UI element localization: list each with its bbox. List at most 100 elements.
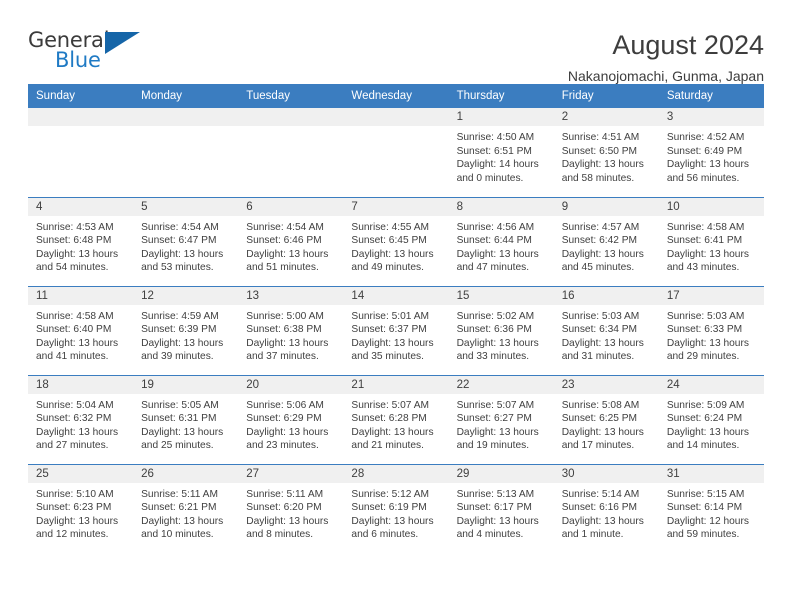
calendar-day-cell[interactable]: 23 Sunrise: 5:08 AM Sunset: 6:25 PM Dayligh… xyxy=(553,374,659,464)
calendar-day-cell[interactable]: 25 Sunrise: 5:10 AM Sunset: 6:23 PM Dayligh… xyxy=(28,463,134,553)
page-subtitle: Nakanojomachi, Gunma, Japan xyxy=(567,68,764,85)
sunset-time: Sunset: 6:32 PM xyxy=(36,413,112,425)
calendar-week-row: 18 Sunrise: 5:04 AM Sunset: 6:32 PM Dayligh… xyxy=(28,374,764,464)
weekday-header-tuesday: Tuesday xyxy=(238,84,344,108)
daylight-duration-line2: and 21 minutes. xyxy=(351,440,424,452)
daylight-duration-line2: and 31 minutes. xyxy=(561,351,635,363)
day-details: Sunrise: 5:06 AM Sunset: 6:29 PM Daylight:… xyxy=(238,394,343,453)
calendar-day-cell[interactable]: 7 Sunrise: 4:55 AM Sunset: 6:45 PM Daylight… xyxy=(343,196,449,286)
sunset-time: Sunset: 6:21 PM xyxy=(141,502,217,514)
calendar-day-cell[interactable]: 20 Sunrise: 5:06 AM Sunset: 6:29 PM Dayligh… xyxy=(238,374,344,464)
daylight-duration-line2: and 59 minutes. xyxy=(666,529,740,541)
sunrise-time: Sunrise: 5:00 AM xyxy=(246,310,324,322)
calendar-day-cell[interactable]: 28 Sunrise: 5:12 AM Sunset: 6:19 PM Dayligh… xyxy=(343,463,449,553)
sunset-time: Sunset: 6:41 PM xyxy=(666,235,743,247)
sunrise-time: Sunrise: 4:56 AM xyxy=(456,221,535,233)
daylight-duration-line2: and 53 minutes. xyxy=(141,262,214,274)
calendar-day-cell[interactable]: 3 Sunrise: 4:52 AM Sunset: 6:49 PM Daylight… xyxy=(658,108,764,197)
sunrise-time: Sunrise: 4:58 AM xyxy=(666,221,745,233)
daylight-duration-line2: and 27 minutes. xyxy=(36,440,109,452)
sunrise-time: Sunrise: 5:08 AM xyxy=(561,399,640,411)
calendar-day-cell-empty xyxy=(238,108,344,197)
day-number: 28 xyxy=(343,464,449,483)
sunset-time: Sunset: 6:19 PM xyxy=(351,502,427,514)
calendar-day-cell-empty xyxy=(133,108,239,197)
sunrise-time: Sunrise: 4:58 AM xyxy=(36,310,114,322)
calendar-day-cell[interactable]: 21 Sunrise: 5:07 AM Sunset: 6:28 PM Dayligh… xyxy=(343,374,449,464)
daylight-duration-line1: Daylight: 13 hours xyxy=(666,159,749,171)
day-number: 10 xyxy=(658,197,764,216)
calendar-day-cell[interactable]: 31 Sunrise: 5:15 AM Sunset: 6:14 PM Dayligh… xyxy=(658,463,764,553)
day-number xyxy=(28,108,134,126)
page-header: General Blue August 2024 Nakanojomachi, … xyxy=(0,0,792,84)
sunset-time: Sunset: 6:44 PM xyxy=(456,235,532,247)
daylight-duration-line2: and 14 minutes. xyxy=(666,440,740,452)
calendar-day-cell[interactable]: 24 Sunrise: 5:09 AM Sunset: 6:24 PM Dayligh… xyxy=(658,374,764,464)
sunset-time: Sunset: 6:45 PM xyxy=(351,235,427,247)
daylight-duration-line1: Daylight: 13 hours xyxy=(351,248,434,260)
calendar-body: 1 Sunrise: 4:50 AM Sunset: 6:51 PM Daylight… xyxy=(28,108,764,553)
calendar-day-cell[interactable]: 27 Sunrise: 5:11 AM Sunset: 6:20 PM Dayligh… xyxy=(238,463,344,553)
daylight-duration-line1: Daylight: 13 hours xyxy=(561,426,644,438)
calendar-grid: Sunday Monday Tuesday Wednesday Thursday… xyxy=(28,84,764,553)
daylight-duration-line2: and 58 minutes. xyxy=(561,172,635,184)
sunset-time: Sunset: 6:27 PM xyxy=(456,413,532,425)
day-number: 30 xyxy=(553,464,659,483)
sunrise-time: Sunrise: 4:55 AM xyxy=(351,221,430,233)
daylight-duration-line1: Daylight: 13 hours xyxy=(141,426,224,438)
page-title: August 2024 xyxy=(612,30,764,60)
day-number: 5 xyxy=(133,197,239,216)
calendar-day-cell[interactable]: 15 Sunrise: 5:02 AM Sunset: 6:36 PM Dayligh… xyxy=(448,285,554,375)
weekday-header-friday: Friday xyxy=(553,84,659,108)
calendar-day-cell[interactable]: 4 Sunrise: 4:53 AM Sunset: 6:48 PM Daylight… xyxy=(28,196,134,286)
daylight-duration-line2: and 37 minutes. xyxy=(246,351,319,363)
calendar-day-cell[interactable]: 1 Sunrise: 4:50 AM Sunset: 6:51 PM Daylight… xyxy=(448,108,554,197)
calendar-day-cell[interactable]: 18 Sunrise: 5:04 AM Sunset: 6:32 PM Dayligh… xyxy=(28,374,134,464)
calendar-day-cell[interactable]: 11 Sunrise: 4:58 AM Sunset: 6:40 PM Dayligh… xyxy=(28,285,134,375)
calendar-week-row: 4 Sunrise: 4:53 AM Sunset: 6:48 PM Daylight… xyxy=(28,196,764,286)
day-details: Sunrise: 5:08 AM Sunset: 6:25 PM Daylight:… xyxy=(554,394,659,453)
daylight-duration-line2: and 12 minutes. xyxy=(36,529,109,541)
sunrise-time: Sunrise: 5:12 AM xyxy=(351,488,430,500)
day-number: 24 xyxy=(658,375,764,394)
sunrise-time: Sunrise: 4:51 AM xyxy=(561,132,640,143)
sunrise-time: Sunrise: 4:53 AM xyxy=(36,221,114,233)
calendar-day-cell[interactable]: 8 Sunrise: 4:56 AM Sunset: 6:44 PM Daylight… xyxy=(448,196,554,286)
daylight-duration-line1: Daylight: 13 hours xyxy=(561,515,644,527)
calendar-day-cell[interactable]: 17 Sunrise: 5:03 AM Sunset: 6:33 PM Dayligh… xyxy=(658,285,764,375)
sunrise-time: Sunrise: 5:09 AM xyxy=(666,399,745,411)
sunrise-time: Sunrise: 5:06 AM xyxy=(246,399,324,411)
calendar-day-cell[interactable]: 10 Sunrise: 4:58 AM Sunset: 6:41 PM Dayligh… xyxy=(658,196,764,286)
day-number: 6 xyxy=(238,197,344,216)
daylight-duration-line1: Daylight: 13 hours xyxy=(36,426,119,438)
calendar-day-cell[interactable]: 9 Sunrise: 4:57 AM Sunset: 6:42 PM Daylight… xyxy=(553,196,659,286)
calendar-day-cell[interactable]: 29 Sunrise: 5:13 AM Sunset: 6:17 PM Dayligh… xyxy=(448,463,554,553)
calendar-day-cell[interactable]: 30 Sunrise: 5:14 AM Sunset: 6:16 PM Dayligh… xyxy=(553,463,659,553)
calendar-day-cell[interactable]: 26 Sunrise: 5:11 AM Sunset: 6:21 PM Dayligh… xyxy=(133,463,239,553)
calendar-day-cell[interactable]: 14 Sunrise: 5:01 AM Sunset: 6:37 PM Dayligh… xyxy=(343,285,449,375)
sunset-time: Sunset: 6:33 PM xyxy=(666,324,743,336)
day-details: Sunrise: 4:56 AM Sunset: 6:44 PM Daylight:… xyxy=(449,216,554,275)
daylight-duration-line1: Daylight: 13 hours xyxy=(561,337,644,349)
day-number xyxy=(343,108,449,126)
calendar-day-cell[interactable]: 19 Sunrise: 5:05 AM Sunset: 6:31 PM Dayligh… xyxy=(133,374,239,464)
day-details: Sunrise: 5:11 AM Sunset: 6:20 PM Daylight:… xyxy=(238,483,343,542)
calendar-day-cell[interactable]: 16 Sunrise: 5:03 AM Sunset: 6:34 PM Dayligh… xyxy=(553,285,659,375)
calendar-day-cell[interactable]: 2 Sunrise: 4:51 AM Sunset: 6:50 PM Daylight… xyxy=(553,108,659,197)
weekday-header-saturday: Saturday xyxy=(658,84,764,108)
day-number: 7 xyxy=(343,197,449,216)
calendar-day-cell[interactable]: 6 Sunrise: 4:54 AM Sunset: 6:46 PM Daylight… xyxy=(238,196,344,286)
calendar-day-cell[interactable]: 22 Sunrise: 5:07 AM Sunset: 6:27 PM Dayligh… xyxy=(448,374,554,464)
daylight-duration-line1: Daylight: 13 hours xyxy=(561,248,644,260)
calendar-day-cell[interactable]: 13 Sunrise: 5:00 AM Sunset: 6:38 PM Dayligh… xyxy=(238,285,344,375)
day-number xyxy=(238,108,344,126)
calendar-day-cell[interactable]: 12 Sunrise: 4:59 AM Sunset: 6:39 PM Dayligh… xyxy=(133,285,239,375)
daylight-duration-line1: Daylight: 13 hours xyxy=(666,337,749,349)
logo-blue-text: Blue xyxy=(55,48,101,72)
day-number: 19 xyxy=(133,375,239,394)
calendar-day-cell[interactable]: 5 Sunrise: 4:54 AM Sunset: 6:47 PM Daylight… xyxy=(133,196,239,286)
day-details: Sunrise: 4:58 AM Sunset: 6:41 PM Daylight:… xyxy=(659,216,764,275)
weekday-header-thursday: Thursday xyxy=(448,84,554,108)
daylight-duration-line1: Daylight: 13 hours xyxy=(351,426,434,438)
daylight-duration-line2: and 41 minutes. xyxy=(36,351,109,363)
